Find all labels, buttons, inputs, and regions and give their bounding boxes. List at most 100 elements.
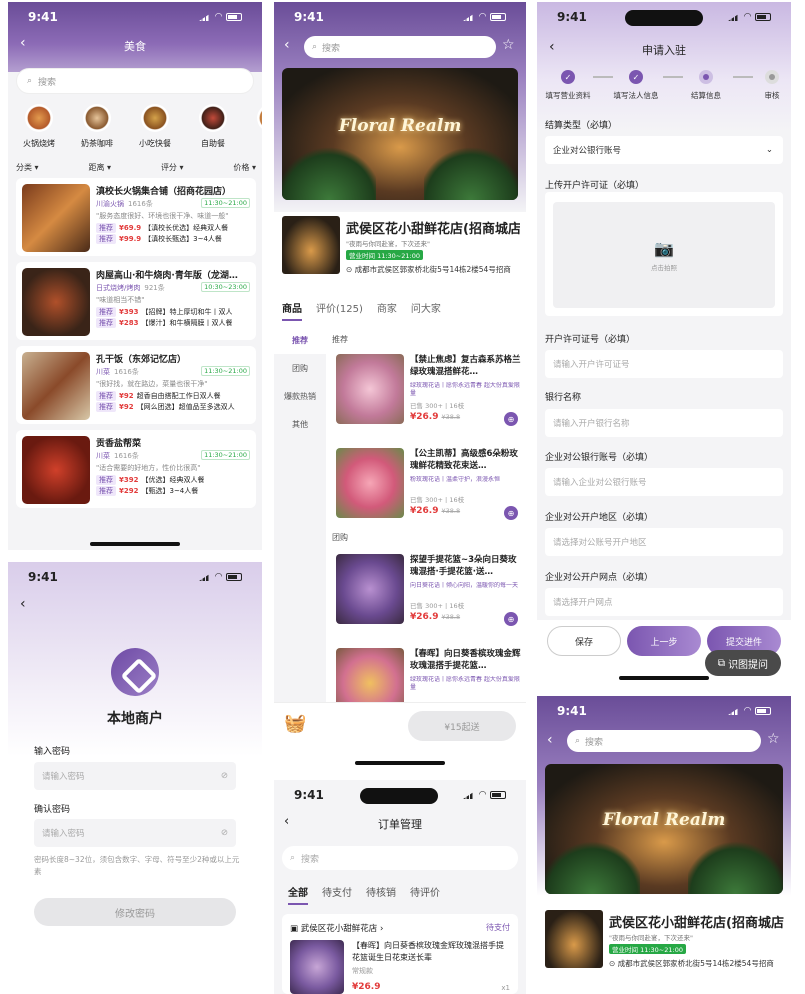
shopping-basket-icon[interactable]: 🧺 bbox=[284, 713, 308, 737]
back-button[interactable]: ‹ bbox=[547, 732, 553, 748]
tab-to-review[interactable]: 待评价 bbox=[410, 884, 440, 905]
tab-merchant[interactable]: 商家 bbox=[377, 300, 397, 321]
filter-category[interactable]: 分类 ▾ bbox=[16, 162, 39, 173]
tab-all[interactable]: 全部 bbox=[288, 884, 308, 905]
category-milk-tea[interactable]: 奶茶咖啡 bbox=[72, 104, 122, 149]
category-hotpot[interactable]: 火锅烧烤 bbox=[14, 104, 64, 149]
product-item[interactable]: 【禁止焦虑】复古森系苏格兰绿玫瑰混搭鲜花… 绿玫瑰花语丨愿你永远青春 超大份真爱… bbox=[336, 354, 522, 428]
order-price: ¥26.9 bbox=[352, 982, 381, 992]
eye-off-icon[interactable]: ⊘ bbox=[221, 828, 228, 838]
search-icon: ⌕ bbox=[27, 76, 33, 86]
section-label: 推荐 bbox=[332, 335, 348, 344]
upload-card: 📷 点击拍照 bbox=[545, 192, 783, 316]
shop-address[interactable]: ⊙ 成都市武侯区郭家桥北街5号14栋2楼54号招商 bbox=[346, 264, 520, 275]
home-indicator bbox=[619, 676, 709, 680]
deal-row[interactable]: 推荐 ¥92 【网么团选】超值品至多选双人 bbox=[96, 402, 250, 412]
settle-type-select[interactable]: 企业对公银行账号 ⌄ bbox=[545, 136, 783, 164]
status-bar: 9:41 ◠ bbox=[274, 2, 526, 32]
new-password-input[interactable]: 请输入密码 ⊘ bbox=[34, 762, 236, 790]
order-shop[interactable]: ▣ 武侯区花小甜鲜花店 › bbox=[290, 922, 383, 934]
shop-list: 滇校长火锅集合铺（招商花园店） 川渝火锅 1616条 11:30~21:00 "服… bbox=[16, 178, 256, 514]
shop-card[interactable]: 滇校长火锅集合铺（招商花园店） 川渝火锅 1616条 11:30~21:00 "服… bbox=[16, 178, 256, 256]
location-pin-icon: ⊙ bbox=[346, 265, 353, 274]
check-icon: ✓ bbox=[629, 70, 643, 84]
favorite-star-icon[interactable]: ☆ bbox=[502, 37, 515, 53]
shop-name: 滇校长火锅集合铺（招商花园店） bbox=[96, 187, 232, 197]
shop-card[interactable]: 肉屋高山·和牛烧肉·青年版（龙湖… 日式烧烤/烤肉 921条 10:30~23:0… bbox=[16, 262, 256, 340]
add-cart-icon[interactable]: ⊕ bbox=[504, 612, 518, 626]
filter-distance[interactable]: 距离 ▾ bbox=[88, 162, 111, 173]
deal-row[interactable]: 推荐 ¥393 【招牌】特上厚切和牛丨双人 bbox=[96, 307, 250, 317]
shop-card[interactable]: 孔干饭（东郊记忆店） 川菜 1616条 11:30~21:00 "很好找，就在路边… bbox=[16, 346, 256, 424]
deal-row[interactable]: 推荐 ¥99.9 【滇校长甄选】3~4人餐 bbox=[96, 234, 250, 244]
add-cart-icon[interactable]: ⊕ bbox=[504, 412, 518, 426]
branch-select[interactable]: 请选择开户网点 bbox=[545, 588, 783, 616]
change-password-button[interactable]: 修改密码 bbox=[34, 898, 236, 926]
status-time: 9:41 bbox=[28, 10, 58, 24]
deal-row[interactable]: 推荐 ¥283 【爆汁】和牛横隔膜丨双人餐 bbox=[96, 318, 250, 328]
eye-off-icon[interactable]: ⊘ bbox=[221, 771, 228, 781]
back-button[interactable]: ‹ bbox=[20, 596, 26, 612]
deal-row[interactable]: 推荐 ¥392 【优选】经典双人餐 bbox=[96, 475, 250, 485]
tab-reviews[interactable]: 评价(125) bbox=[316, 300, 363, 321]
section-label: 团购 bbox=[332, 533, 348, 542]
image-question-button[interactable]: ⧉ 识图提问 bbox=[705, 650, 781, 676]
category-snack[interactable]: 小吃快餐 bbox=[130, 104, 180, 149]
shop-slogan: "夜雨与你同赴宴，下次还来" bbox=[609, 934, 693, 942]
bank-name-input[interactable]: 请输入开户银行名称 bbox=[545, 409, 783, 437]
review-quote: "适合需要的好地方，性价比很高" bbox=[96, 464, 201, 472]
sidebar-item-recommend[interactable]: 推荐 bbox=[274, 326, 326, 354]
filter-price[interactable]: 价格 ▾ bbox=[233, 162, 256, 173]
confirm-password-input[interactable]: 请输入密码 ⊘ bbox=[34, 819, 236, 847]
search-input[interactable]: ⌕ 搜索 bbox=[282, 846, 518, 870]
category-bread[interactable]: 面包 bbox=[246, 104, 262, 149]
category-buffet[interactable]: 自助餐 bbox=[188, 104, 238, 149]
deal-row[interactable]: 推荐 ¥69.9 【滇校长优选】经典双人餐 bbox=[96, 223, 250, 233]
order-management-screen: 9:41 ◠ ‹ 订单管理 ⌕ 搜索 全部 待支付 待核销 待评价 ▣ 武侯区花小… bbox=[274, 780, 526, 994]
shop-name: 贡香盐帮菜 bbox=[96, 439, 142, 449]
sidebar-item-hot[interactable]: 爆款热销 bbox=[274, 382, 326, 410]
search-input[interactable]: ⌕ 搜索 bbox=[567, 730, 761, 752]
upload-photo-area[interactable]: 📷 点击拍照 bbox=[553, 202, 775, 308]
tab-unused[interactable]: 待核销 bbox=[366, 884, 396, 905]
sidebar-item-other[interactable]: 其他 bbox=[274, 410, 326, 438]
account-label: 企业对公银行账号（必填） bbox=[545, 453, 654, 463]
shop-address[interactable]: ⊙ 成都市武侯区郭家桥北街5号14栋2楼54号招商 bbox=[609, 958, 785, 969]
save-button[interactable]: 保存 bbox=[547, 626, 621, 656]
tab-qa[interactable]: 问大家 bbox=[411, 300, 441, 321]
min-order-button[interactable]: ¥15起送 bbox=[408, 711, 516, 741]
wifi-icon: ◠ bbox=[479, 790, 486, 800]
product-item[interactable]: 【公主凯蒂】高级感6朵粉玫瑰鲜花精致花束送… 粉玫瑰花语丨温柔守护，浪漫永恒 已… bbox=[336, 448, 522, 522]
product-item[interactable]: 探望手提花篮~3朵向日葵玫瑰混搭·手提花篮·送… 向日葵花语丨倾心向阳，温暖你的… bbox=[336, 554, 522, 628]
business-hours: 11:30~21:00 bbox=[201, 198, 250, 208]
storefront-sign: Floral Realm bbox=[338, 116, 462, 136]
shop-name: 孔干饭（东郊记忆店） bbox=[96, 355, 187, 365]
permit-number-input[interactable]: 请输入开户许可证号 bbox=[545, 350, 783, 378]
shop-card[interactable]: 贡香盐帮菜 川菜 1616条 11:30~21:00 "适合需要的好地方，性价比很… bbox=[16, 430, 256, 508]
previous-step-button[interactable]: 上一步 bbox=[627, 626, 701, 656]
search-input[interactable]: ⌕ 搜索 bbox=[304, 36, 496, 58]
status-time: 9:41 bbox=[28, 570, 58, 584]
back-button[interactable]: ‹ bbox=[284, 37, 290, 53]
battery-icon bbox=[226, 573, 242, 581]
tab-unpaid[interactable]: 待支付 bbox=[322, 884, 352, 905]
filter-bar: 分类 ▾ 距离 ▾ 评分 ▾ 价格 ▾ bbox=[16, 162, 256, 173]
deal-row[interactable]: 推荐 ¥292 【甄选】3~4人餐 bbox=[96, 486, 250, 496]
account-input[interactable]: 请输入企业对公银行账号 bbox=[545, 468, 783, 496]
order-tabs: 全部 待支付 待核销 待评价 bbox=[288, 884, 440, 905]
chevron-down-icon: ⌄ bbox=[765, 145, 773, 155]
deal-row[interactable]: 推荐 ¥92 超香自由搭配工作日双人餐 bbox=[96, 391, 250, 401]
product-item[interactable]: 【春晖】向日葵香槟玫瑰金辉玫瑰混搭手提花篮… 绿玫瑰花语丨愿你永远青春 超大份真… bbox=[336, 648, 522, 702]
search-input[interactable]: ⌕ 搜索 bbox=[16, 68, 254, 94]
add-cart-icon[interactable]: ⊕ bbox=[504, 506, 518, 520]
sidebar-item-group[interactable]: 团购 bbox=[274, 354, 326, 382]
open-hours-badge: 营业时间 11:30~21:00 bbox=[609, 944, 686, 954]
favorite-star-icon[interactable]: ☆ bbox=[767, 731, 780, 747]
product-image bbox=[336, 648, 404, 702]
filter-rating[interactable]: 评分 ▾ bbox=[161, 162, 184, 173]
order-card[interactable]: ▣ 武侯区花小甜鲜花店 › 待支付 【春晖】向日葵香槟玫瑰金辉玫瑰混搭手提花篮诞… bbox=[282, 914, 518, 994]
tab-products[interactable]: 商品 bbox=[282, 300, 302, 321]
permit-number-label: 开户许可证号（必填） bbox=[545, 335, 636, 345]
storefront-sign: Floral Realm bbox=[602, 810, 726, 830]
region-select[interactable]: 请选择对公账号开户地区 bbox=[545, 528, 783, 556]
